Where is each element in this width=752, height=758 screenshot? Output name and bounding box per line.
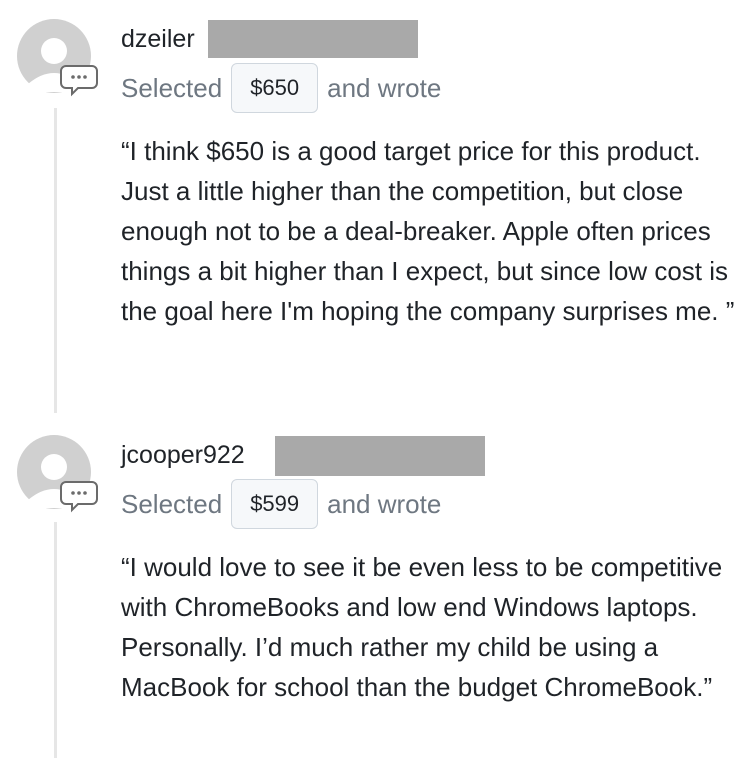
selection-summary: Selected $599 and wrote bbox=[121, 478, 441, 530]
comment-text: “I would love to see it be even less to … bbox=[121, 552, 723, 702]
username[interactable]: jcooper922 bbox=[121, 440, 245, 470]
redaction-box bbox=[275, 436, 485, 476]
thread-line bbox=[54, 522, 57, 758]
avatar[interactable] bbox=[14, 434, 98, 518]
wrote-label: and wrote bbox=[327, 488, 442, 519]
selected-label: Selected bbox=[121, 488, 223, 519]
price-badge: $599 bbox=[231, 479, 319, 529]
user-avatar-icon bbox=[17, 435, 98, 513]
comment-item: jcooper922 Selected $599 and wrote “I wo… bbox=[0, 0, 752, 758]
